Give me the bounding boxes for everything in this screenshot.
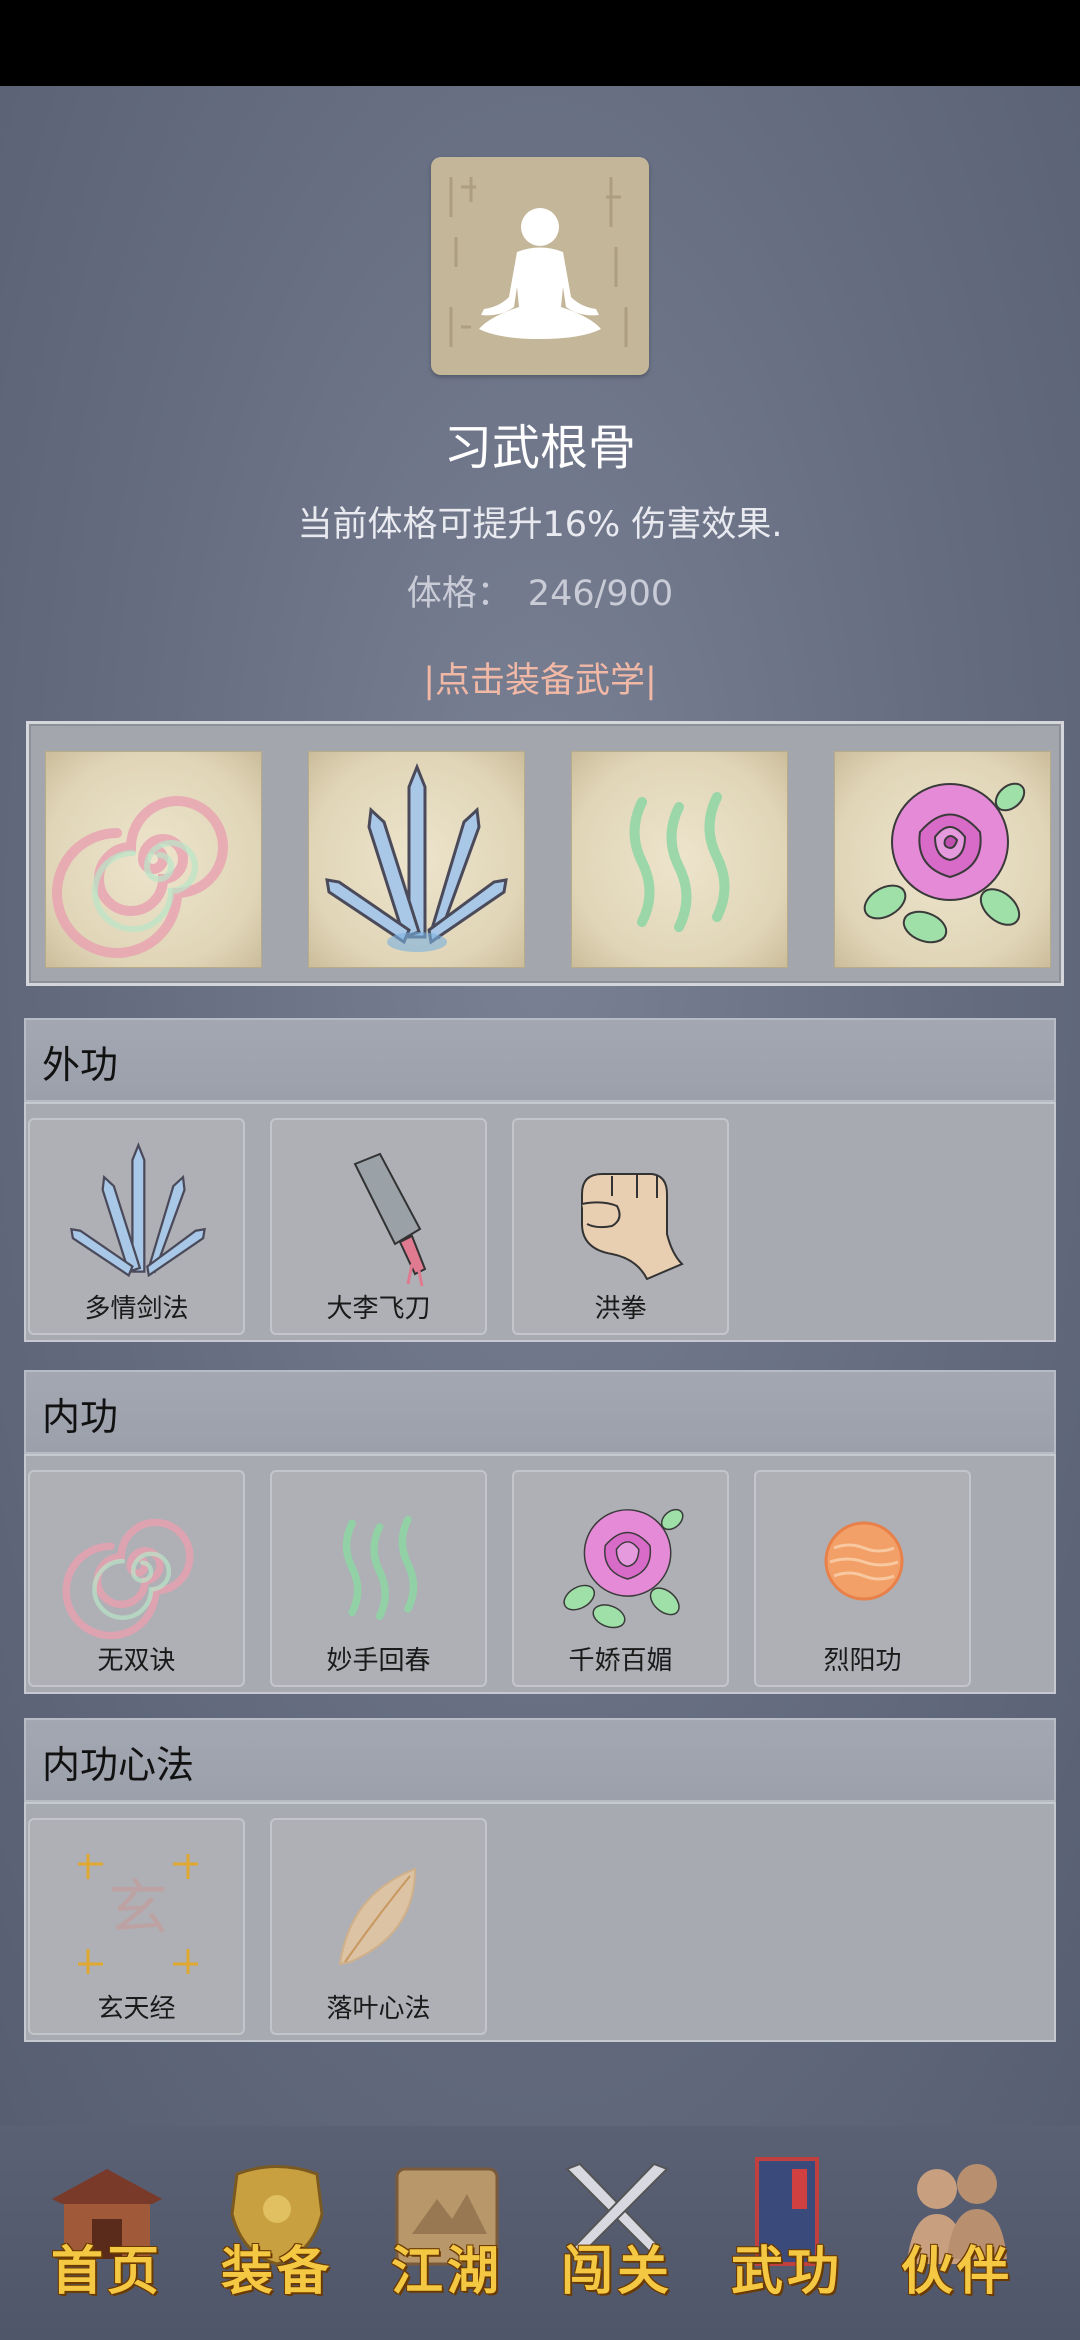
skill-card-luoye[interactable]: 落叶心法 <box>270 1818 487 2035</box>
section-header-internal: 内功 <box>24 1370 1056 1454</box>
status-bar <box>0 0 1080 86</box>
equip-slot-2[interactable] <box>308 751 525 968</box>
bottom-nav: 首页 装备 江湖 闯关 武功 伙伴 <box>0 2126 1080 2340</box>
sun-orb-icon <box>824 1521 904 1601</box>
nav-companions[interactable]: 伙伴 <box>882 2154 1032 2304</box>
skill-name: 玄天经 <box>97 1994 176 2024</box>
section-title: 内功 <box>42 1395 119 1439</box>
rose-icon <box>863 782 1026 944</box>
cleaver-icon <box>353 1152 427 1287</box>
rose-icon <box>563 1508 684 1629</box>
meditation-avatar <box>431 157 649 375</box>
equip-martial-arts-link[interactable]: |点击装备武学| <box>0 652 1080 703</box>
nav-label: 首页 <box>50 2241 163 2302</box>
physique-value: 246/900 <box>527 574 674 614</box>
section-title: 内功心法 <box>42 1743 195 1787</box>
physique-stat: 体格： 246/900 <box>0 565 1080 616</box>
equip-slot-1[interactable] <box>45 751 262 968</box>
skill-name: 大李飞刀 <box>326 1294 431 1324</box>
wave-icon <box>629 792 730 932</box>
nav-label: 装备 <box>220 2241 333 2302</box>
nav-challenge[interactable]: 闯关 <box>542 2154 692 2304</box>
nav-label: 江湖 <box>390 2241 503 2302</box>
nav-label: 伙伴 <box>900 2241 1013 2302</box>
section-header-external: 外功 <box>24 1018 1056 1102</box>
xuan-seal-icon: 玄 <box>78 1854 198 1974</box>
physique-label: 体格： <box>406 574 512 614</box>
skill-card-hongquan[interactable]: 洪拳 <box>512 1118 729 1335</box>
blades-icon <box>70 1142 206 1278</box>
blades-icon <box>325 762 508 952</box>
nav-label: 武功 <box>730 2241 843 2302</box>
equipped-skills-panel <box>26 721 1064 986</box>
skill-name: 落叶心法 <box>326 1994 431 2024</box>
section-body-internal: 无双诀 妙手回春 千娇百媚 烈阳功 <box>24 1454 1056 1694</box>
section-title: 外功 <box>42 1043 119 1087</box>
damage-bonus-description: 当前体格可提升16% 伤害效果. <box>297 505 783 545</box>
section-body-mental-method: 玄 玄天经 落叶心法 <box>24 1802 1056 2042</box>
equip-slot-4[interactable] <box>834 751 1051 968</box>
section-body-external: 多情剑法 大李飞刀 洪拳 <box>24 1102 1056 1342</box>
leaf-icon <box>338 1867 417 1966</box>
skill-card-qianjiao[interactable]: 千娇百媚 <box>512 1470 729 1687</box>
skill-name: 妙手回春 <box>326 1646 431 1676</box>
spiral-icon <box>52 796 228 958</box>
page-title: 习武根骨 <box>443 420 636 476</box>
skill-card-miaoshou[interactable]: 妙手回春 <box>270 1470 487 1687</box>
skill-card-lieyang[interactable]: 烈阳功 <box>754 1470 971 1687</box>
skill-card-duoqing[interactable]: 多情剑法 <box>28 1118 245 1335</box>
skill-name: 烈阳功 <box>823 1646 902 1676</box>
fist-icon <box>581 1173 684 1281</box>
section-header-mental-method: 内功心法 <box>24 1718 1056 1802</box>
meditating-figure-icon <box>479 208 601 339</box>
skill-name: 洪拳 <box>594 1294 647 1324</box>
skill-name: 无双诀 <box>97 1646 176 1676</box>
nav-martial-arts[interactable]: 武功 <box>712 2154 862 2304</box>
skill-card-wushuang[interactable]: 无双诀 <box>28 1470 245 1687</box>
skill-card-xuantian[interactable]: 玄 玄天经 <box>28 1818 245 2035</box>
spiral-icon <box>62 1518 194 1640</box>
skill-card-feidao[interactable]: 大李飞刀 <box>270 1118 487 1335</box>
seal-char: 玄 <box>108 1874 168 1944</box>
nav-home[interactable]: 首页 <box>32 2154 182 2304</box>
nav-jianghu[interactable]: 江湖 <box>372 2154 522 2304</box>
equip-slot-3[interactable] <box>571 751 788 968</box>
wave-icon <box>342 1515 418 1620</box>
nav-equipment[interactable]: 装备 <box>202 2154 352 2304</box>
skill-name: 多情剑法 <box>84 1294 189 1324</box>
nav-label: 闯关 <box>560 2241 673 2302</box>
skill-name: 千娇百媚 <box>568 1646 673 1676</box>
